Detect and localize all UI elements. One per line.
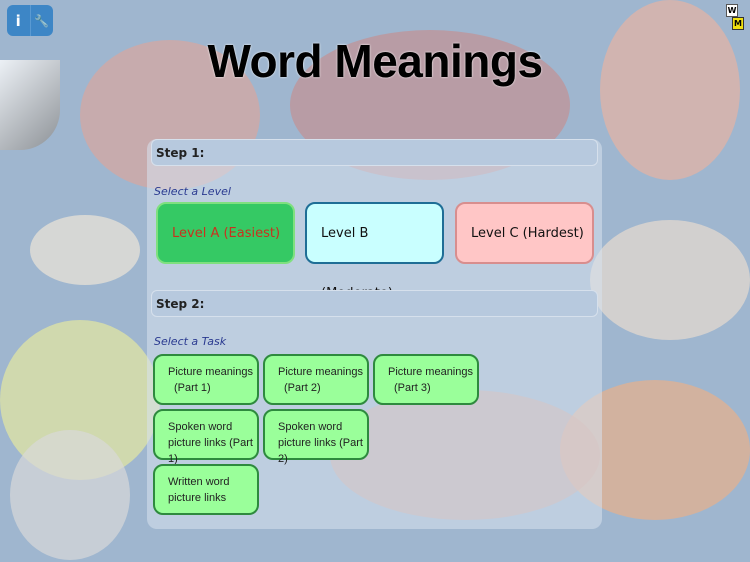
task-written-word[interactable]: Written word picture links xyxy=(153,464,259,515)
task-line1: Picture meanings xyxy=(388,366,473,378)
task-line1: Picture meanings xyxy=(278,366,363,378)
step2-hint: Select a Task xyxy=(154,335,227,348)
task-line2: picture links xyxy=(168,492,227,504)
toolbar: i 🔧 xyxy=(7,5,53,36)
task-picture-meanings-2[interactable]: Picture meanings (Part 2) xyxy=(263,354,369,405)
task-picture-meanings-3[interactable]: Picture meanings (Part 3) xyxy=(373,354,479,405)
task-line2: picture links (Part 2) xyxy=(278,437,363,465)
level-a-button[interactable]: Level A (Easiest) xyxy=(156,202,295,264)
level-c-button[interactable]: Level C (Hardest) xyxy=(455,202,594,264)
task-line1: Spoken word xyxy=(278,421,343,433)
level-c-label: Level C (Hardest) xyxy=(471,226,584,241)
task-line1: Picture meanings xyxy=(168,366,253,378)
task-line1: Spoken word xyxy=(168,421,233,433)
logo-w: W xyxy=(726,4,738,17)
task-spoken-word-2[interactable]: Spoken word picture links (Part 2) xyxy=(263,409,369,465)
level-b-button[interactable]: Level B (Moderate) xyxy=(305,202,444,301)
task-line2: picture links (Part 1) xyxy=(168,437,253,465)
info-icon: i xyxy=(15,11,21,30)
level-a-label: Level A (Easiest) xyxy=(172,226,281,241)
task-line2: (Part 3) xyxy=(394,382,431,394)
logo-m: M xyxy=(732,17,744,30)
step1-hint: Select a Level xyxy=(154,185,231,198)
settings-button[interactable]: 🔧 xyxy=(29,5,54,36)
task-line2: (Part 2) xyxy=(284,382,321,394)
page-title: Word Meanings xyxy=(207,35,543,87)
step1-header: Step 1: xyxy=(151,139,598,166)
app-logo: W M xyxy=(726,4,744,30)
task-picture-meanings-1[interactable]: Picture meanings (Part 1) xyxy=(153,354,259,405)
task-line1: Written word xyxy=(168,476,230,488)
task-spoken-word-1[interactable]: Spoken word picture links (Part 1) xyxy=(153,409,259,465)
step2-header: Step 2: xyxy=(151,290,598,317)
task-line2: (Part 1) xyxy=(174,382,211,394)
info-button[interactable]: i xyxy=(7,5,30,36)
wrench-icon: 🔧 xyxy=(34,13,50,28)
